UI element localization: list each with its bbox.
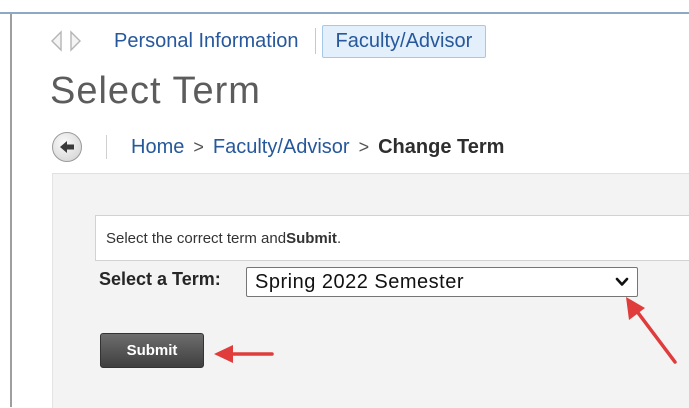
tab-scroll-arrows <box>50 30 106 52</box>
breadcrumb-current: Change Term <box>378 135 505 158</box>
term-form-panel: Select the correct term and Submit. Sele… <box>52 173 689 408</box>
tab-bar: Personal Information Faculty/Advisor <box>50 24 487 58</box>
term-select-value: Spring 2022 Semester <box>255 270 465 293</box>
triangle-right-icon[interactable] <box>69 30 82 52</box>
instruction-bold-text: Submit <box>286 229 337 247</box>
back-arrow-icon <box>60 141 74 153</box>
term-select[interactable]: Spring 2022 Semester <box>246 267 638 297</box>
instruction-message: Select the correct term and Submit. <box>95 215 689 261</box>
back-button[interactable] <box>52 132 82 162</box>
top-border-line <box>0 12 689 14</box>
breadcrumb: Home > Faculty/Advisor > Change Term <box>52 131 504 163</box>
triangle-left-icon[interactable] <box>50 30 63 52</box>
tab-personal-information[interactable]: Personal Information <box>106 30 309 53</box>
breadcrumb-separator: > <box>358 136 370 157</box>
breadcrumb-home-link[interactable]: Home <box>131 136 184 159</box>
breadcrumb-faculty-link[interactable]: Faculty/Advisor <box>213 136 350 159</box>
left-border-line <box>10 14 12 407</box>
tab-divider <box>314 28 316 54</box>
breadcrumb-separator: > <box>193 136 204 157</box>
breadcrumb-divider <box>106 135 107 159</box>
instruction-text: Select the correct term and <box>106 229 287 247</box>
instruction-suffix: . <box>336 229 342 247</box>
page-title: Select Term <box>50 70 261 112</box>
chevron-down-icon <box>615 277 629 286</box>
tab-faculty-advisor[interactable]: Faculty/Advisor <box>321 24 487 58</box>
term-select-label: Select a Term: <box>99 269 221 289</box>
submit-button[interactable]: Submit <box>100 333 204 368</box>
